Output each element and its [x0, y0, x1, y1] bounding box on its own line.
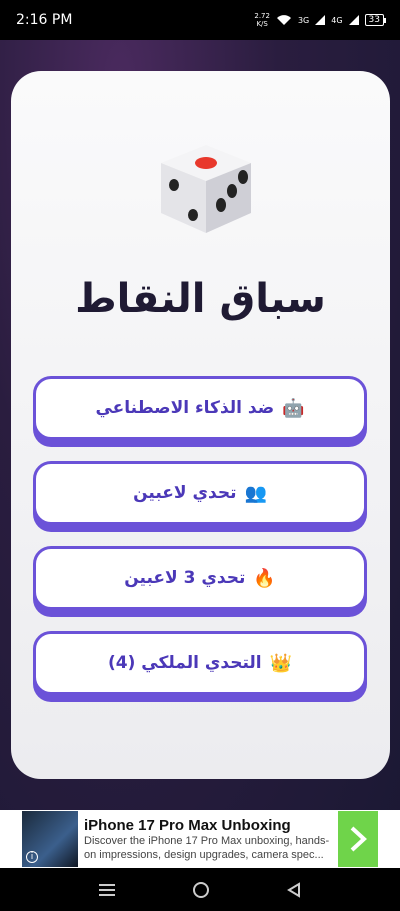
- ad-banner[interactable]: i iPhone 17 Pro Max Unboxing Discover th…: [0, 810, 400, 868]
- status-icons: 2.72 K/S 3G 4G 33: [254, 12, 387, 28]
- info-icon[interactable]: i: [26, 851, 38, 863]
- crown-icon: 👑: [269, 652, 293, 674]
- robot-icon: 🤖: [282, 397, 305, 419]
- royal-challenge-label: التحدي الملكي (4): [107, 653, 262, 673]
- ad-thumbnail[interactable]: i: [22, 811, 78, 867]
- ad-title[interactable]: iPhone 17 Pro Max Unboxing: [84, 817, 332, 834]
- network-4g-label: 4G: [331, 15, 343, 25]
- chevron-right-icon: [350, 826, 367, 852]
- menu-icon[interactable]: [98, 883, 116, 897]
- ad-text[interactable]: iPhone 17 Pro Max Unboxing Discover the …: [78, 817, 338, 862]
- ad-description: Discover the iPhone 17 Pro Max unboxing,…: [84, 834, 330, 861]
- three-players-button[interactable]: 🔥 تحدي 3 لاعبين: [33, 546, 367, 610]
- network-speed: 2.72 K/S: [254, 12, 270, 28]
- signal-icon: [315, 15, 326, 25]
- battery-icon: 33: [364, 14, 387, 26]
- fire-icon: 🔥: [253, 567, 276, 589]
- network-3g-label: 3G: [297, 15, 310, 25]
- status-bar: 2:16 PM 2.72 K/S 3G 4G 33: [0, 0, 400, 40]
- status-time: 2:16 PM: [16, 12, 73, 28]
- three-players-label: تحدي 3 لاعبين: [124, 568, 246, 588]
- main-card: سباق النقاط 🤖 ضد الذكاء الاصطناعي 👥 تحدي…: [11, 71, 390, 779]
- game-title: سباق النقاط: [75, 276, 326, 322]
- system-nav-bar: [0, 868, 400, 911]
- home-icon[interactable]: [192, 881, 210, 899]
- two-players-button[interactable]: 👥 تحدي لاعبين: [33, 461, 367, 525]
- ad-open-button[interactable]: [338, 811, 378, 867]
- dice-icon: [161, 145, 251, 233]
- back-icon[interactable]: [286, 881, 302, 898]
- wifi-icon: [276, 15, 291, 25]
- vs-ai-label: ضد الذكاء الاصطناعي: [95, 398, 275, 418]
- royal-challenge-button[interactable]: 👑 التحدي الملكي (4): [33, 631, 367, 695]
- signal-icon-2: [348, 15, 359, 25]
- two-players-label: تحدي لاعبين: [133, 483, 237, 503]
- vs-ai-button[interactable]: 🤖 ضد الذكاء الاصطناعي: [33, 376, 367, 440]
- two-players-icon: 👥: [244, 482, 267, 504]
